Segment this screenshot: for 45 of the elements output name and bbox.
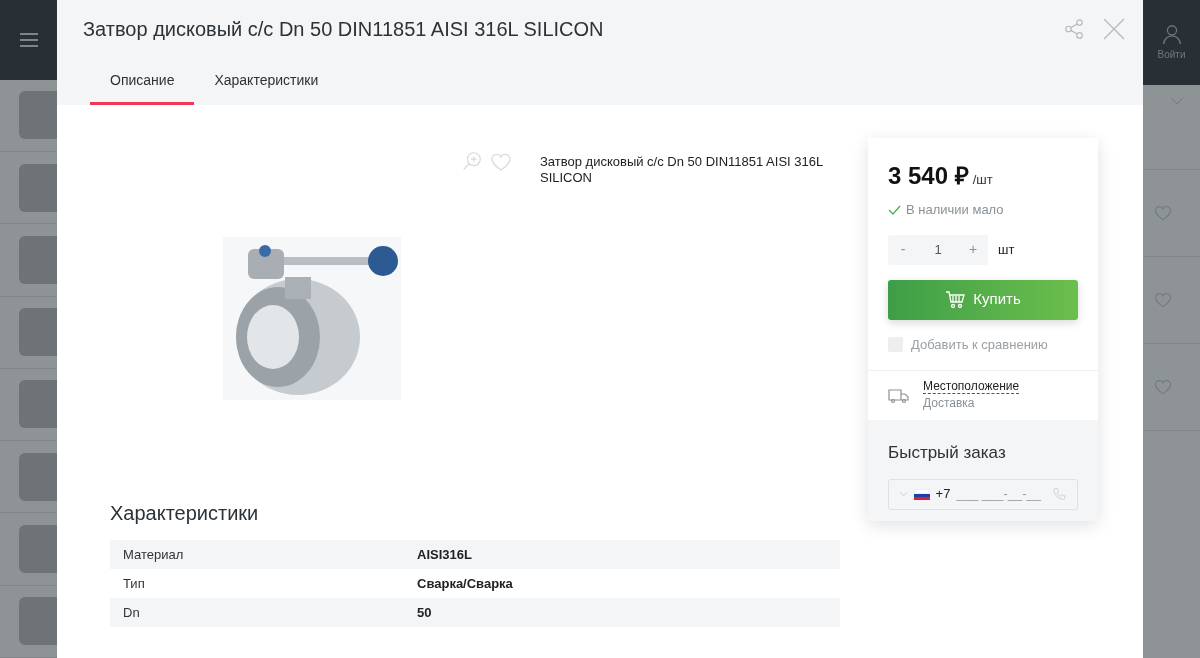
location-link[interactable]: Местоположение: [923, 379, 1020, 394]
heart-icon[interactable]: [1153, 290, 1173, 310]
delivery-label: Доставка: [923, 395, 976, 412]
photo-placeholder: [19, 91, 57, 140]
photo-placeholder: [19, 308, 57, 357]
photo-placeholder: [19, 235, 57, 284]
quantity-field[interactable]: 1: [918, 239, 958, 260]
photo-placeholder: [19, 452, 57, 501]
quantity-unit: шт: [998, 240, 1015, 259]
truck-icon: [888, 387, 909, 404]
flag-icon: [914, 488, 930, 500]
quick-order-title: Быстрый заказ: [888, 442, 1007, 464]
heart-icon[interactable]: [1153, 203, 1173, 223]
price: 3 540 ₽: [888, 161, 969, 191]
price-unit: /шт: [972, 171, 993, 189]
check-icon: [888, 204, 901, 215]
phone-icon[interactable]: [1052, 486, 1067, 502]
cart-icon: [945, 290, 966, 309]
tab[interactable]: Описание: [90, 58, 195, 105]
photo-placeholder: [19, 380, 57, 429]
chevron-down-icon[interactable]: [1170, 97, 1184, 105]
table-cell-text: 50: [417, 603, 432, 622]
phone-field[interactable]: +7 ___ ___-__-__: [888, 478, 1078, 510]
photo-placeholder: [19, 163, 57, 212]
section-heading: Характеристики: [110, 501, 260, 526]
photo-placeholder: [19, 597, 57, 646]
table-cell-text: AISI316L: [417, 545, 472, 564]
tab[interactable]: Характеристики: [194, 58, 339, 105]
chevron-down-icon[interactable]: [899, 491, 909, 497]
table-cell-text: Тип: [122, 574, 146, 593]
zoom-in-icon[interactable]: [461, 150, 483, 172]
table-cell-text: Сварка/Сварка: [417, 574, 513, 593]
menu-icon[interactable]: [18, 31, 39, 48]
close-icon[interactable]: [1103, 18, 1125, 40]
photo-placeholder: [19, 525, 57, 574]
stock-status: В наличии мало: [906, 201, 1004, 219]
share-icon[interactable]: [1063, 18, 1085, 40]
heart-icon[interactable]: [1153, 377, 1173, 397]
phone-input[interactable]: ___ ___-__-__: [956, 484, 1047, 504]
window-title: Затвор дисковый с/с Dn 50 DIN11851 AISI 316L SILICON: [83, 17, 605, 42]
table-cell-text: Dn: [122, 603, 141, 622]
user-icon[interactable]: [1160, 23, 1183, 45]
table-cell-text: Материал: [122, 545, 185, 564]
product-name: Затвор дисковый с/с Dn 50 DIN11851 AISI 316L SILICON: [540, 154, 824, 186]
phone-code: +7: [935, 485, 951, 504]
